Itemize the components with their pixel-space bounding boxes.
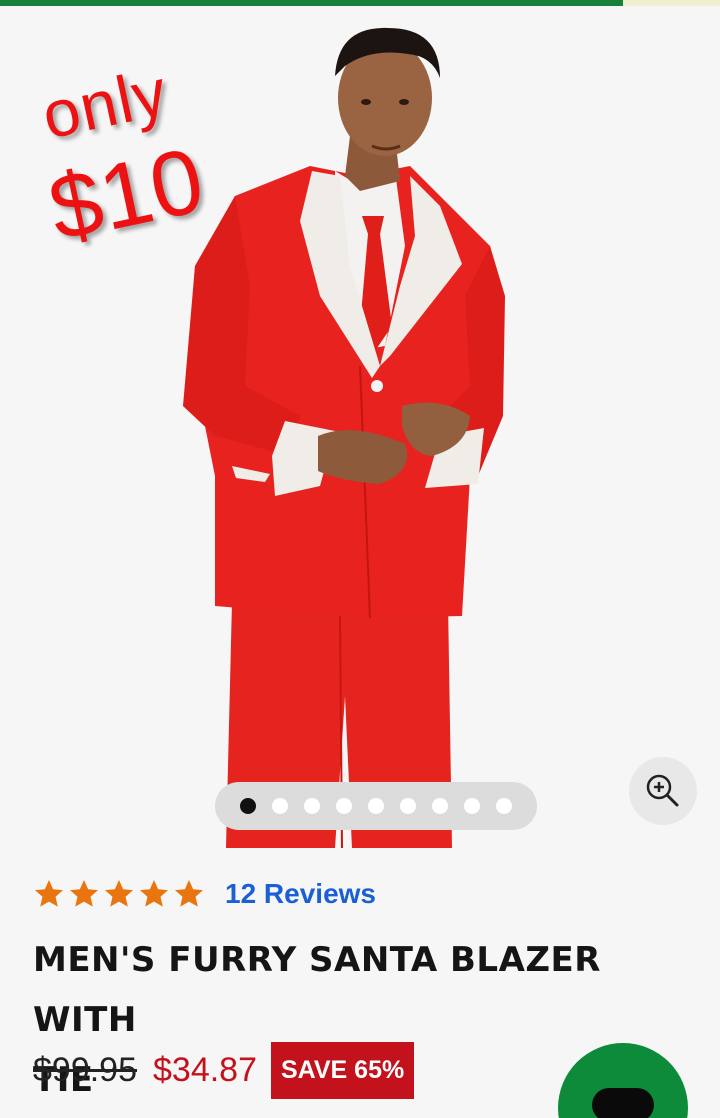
star-icon [175,880,203,907]
star-icon [35,880,63,907]
carousel-dot[interactable] [272,798,288,814]
carousel-dot[interactable] [464,798,480,814]
carousel-dot[interactable] [240,798,256,814]
zoom-in-icon [646,774,679,807]
original-price: $99.95 [33,1050,137,1089]
carousel-dot[interactable] [336,798,352,814]
star-icon [140,880,168,907]
image-carousel-indicator[interactable] [215,782,537,830]
carousel-dot[interactable] [496,798,512,814]
carousel-dot[interactable] [304,798,320,814]
carousel-dot[interactable] [432,798,448,814]
chat-icon [592,1088,654,1118]
carousel-dot[interactable] [368,798,384,814]
carousel-dot[interactable] [400,798,416,814]
star-rating [33,878,205,910]
product-title-line-1: MEN'S FURRY SANTA BLAZER WITH [33,940,601,1040]
reviews-link[interactable]: 12 Reviews [225,878,376,910]
price-row: $99.95 $34.87 SAVE 65% [33,1040,415,1100]
zoom-button[interactable] [629,757,697,825]
discount-badge: SAVE 65% [271,1041,415,1099]
star-icon [70,880,98,907]
product-image[interactable]: only $10 [0,6,720,848]
sale-price: $34.87 [153,1050,257,1089]
star-icon [105,880,133,907]
product-rating: 12 Reviews [33,878,376,910]
